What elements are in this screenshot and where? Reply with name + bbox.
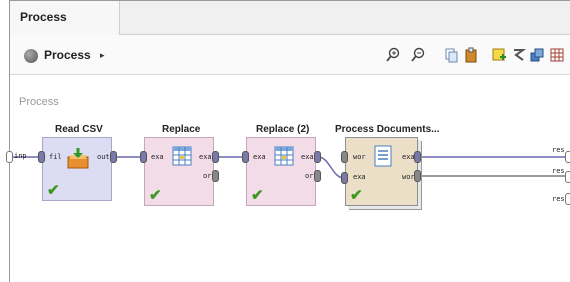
operator-title-read-csv: Read CSV: [55, 124, 103, 135]
port-label: out: [97, 153, 110, 161]
process-input-port[interactable]: [6, 151, 13, 163]
status-ok-icon: ✔: [251, 187, 264, 204]
operator-read-csv[interactable]: fil out ✔: [42, 137, 112, 201]
result-port-label: res: [552, 195, 565, 203]
port-in-exa[interactable]: [140, 151, 147, 163]
status-ok-icon: ✔: [149, 187, 162, 204]
table-icon: [172, 146, 192, 171]
port-label: exa: [151, 153, 164, 161]
port-label: wor: [402, 173, 415, 181]
port-label: wor: [353, 153, 366, 161]
operator-replace-2[interactable]: exa exa ori ✔: [246, 137, 318, 206]
port-label: exa: [402, 153, 415, 161]
operator-process-documents[interactable]: wor exa exa wor ✔: [345, 137, 418, 206]
port-out-exa[interactable]: [414, 151, 421, 163]
port-label: exa: [301, 153, 314, 161]
import-csv-icon: [67, 147, 89, 174]
port-label: fil: [49, 153, 62, 161]
port-out-exa[interactable]: [212, 151, 219, 163]
port-out-exa[interactable]: [314, 151, 321, 163]
result-port[interactable]: [565, 171, 570, 183]
result-port[interactable]: [565, 151, 570, 163]
port-in-exa[interactable]: [242, 151, 249, 163]
operator-title-process-documents: Process Documents...: [335, 124, 440, 135]
port-label: exa: [253, 153, 266, 161]
operator-title-replace: Replace: [162, 124, 201, 135]
document-icon: [374, 145, 392, 172]
port-in-wor[interactable]: [341, 151, 348, 163]
port-out-ori[interactable]: [314, 170, 321, 182]
port-out-out[interactable]: [110, 151, 117, 163]
port-label: exa: [353, 173, 366, 181]
port-in-fil[interactable]: [38, 151, 45, 163]
result-port-label: res: [552, 146, 565, 154]
port-out-ori[interactable]: [212, 170, 219, 182]
port-label: exa: [199, 153, 212, 161]
status-ok-icon: ✔: [47, 182, 60, 199]
port-in-exa[interactable]: [341, 172, 348, 184]
port-out-wor[interactable]: [414, 170, 421, 182]
result-port[interactable]: [565, 193, 570, 205]
status-ok-icon: ✔: [350, 187, 363, 204]
process-input-label: inp: [14, 152, 27, 160]
operator-replace[interactable]: exa exa ori ✔: [144, 137, 216, 206]
result-port-label: res: [552, 167, 565, 175]
operator-title-replace-2: Replace (2): [256, 124, 310, 135]
table-icon: [274, 146, 294, 171]
